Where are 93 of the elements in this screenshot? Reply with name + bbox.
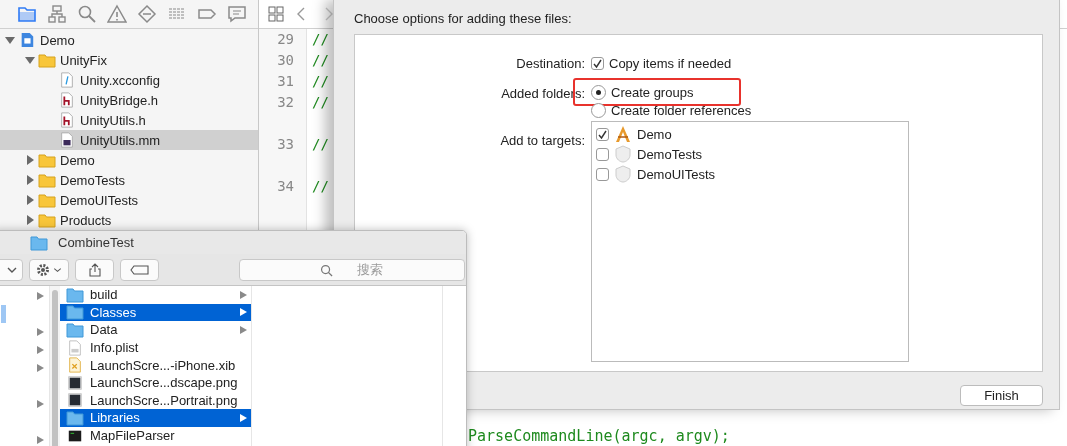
disclosure-arrow-icon <box>240 413 247 422</box>
checkbox[interactable] <box>596 147 609 161</box>
folder-icon <box>38 172 56 188</box>
source-file-icon <box>58 132 76 148</box>
code-comment: // <box>312 73 329 89</box>
file-item[interactable]: Classes <box>60 303 251 322</box>
image-file-icon <box>66 374 84 391</box>
share-icon <box>87 262 102 277</box>
folder-icon <box>38 192 56 208</box>
folder-icon[interactable] <box>17 4 37 24</box>
tree-item[interactable]: UnityUtils.mm <box>0 130 258 150</box>
disclosure-triangle-icon[interactable] <box>24 214 36 226</box>
line-number: 32 <box>276 94 295 110</box>
folder-icon <box>66 409 84 426</box>
window-title: CombineTest <box>58 235 134 250</box>
tree-item[interactable]: DemoTests <box>0 170 258 190</box>
radio-label[interactable]: Create groups <box>611 85 694 100</box>
checkbox[interactable] <box>596 167 609 181</box>
app-icon <box>614 125 632 143</box>
dialog-title: Choose options for adding these files: <box>354 11 573 26</box>
disclosure-arrow-icon <box>240 326 247 334</box>
tree-item[interactable]: UnityBridge.h <box>0 90 258 110</box>
code-comment: // <box>312 94 329 110</box>
share-button[interactable] <box>75 258 114 281</box>
chat-icon[interactable] <box>227 4 247 24</box>
disclosure-triangle-icon[interactable] <box>4 34 16 46</box>
code-comment: // <box>312 178 329 194</box>
folder-icon <box>38 152 56 168</box>
file-item[interactable]: LaunchScre...Portrait.png <box>60 391 251 410</box>
target-label[interactable]: DemoUITests <box>637 166 716 182</box>
line-number: 30 <box>276 52 295 68</box>
tree-item[interactable]: DemoUITests <box>0 190 258 210</box>
shield-icon <box>614 145 632 163</box>
warning-icon[interactable] <box>107 4 127 24</box>
search-icon <box>320 263 333 277</box>
checkbox[interactable] <box>591 56 604 70</box>
view-dropdown[interactable] <box>0 258 23 281</box>
line-number: 31 <box>276 73 295 89</box>
tree-item[interactable]: Demo <box>0 150 258 170</box>
gear-icon <box>36 262 50 277</box>
search-field[interactable]: 搜索 <box>239 258 465 281</box>
disclosure-triangle-icon[interactable] <box>24 194 36 206</box>
disclosure-triangle-icon[interactable] <box>24 154 36 166</box>
action-button[interactable] <box>29 258 69 281</box>
radio-button[interactable] <box>591 85 606 100</box>
scrollbar[interactable] <box>52 290 58 446</box>
line-number: 34 <box>276 178 295 194</box>
image-file-icon <box>66 392 84 409</box>
document-icon <box>66 357 84 374</box>
field-label: Add to targets: <box>499 132 585 148</box>
document-icon <box>66 339 84 356</box>
finish-button[interactable]: Finish <box>960 385 1043 406</box>
code-comment: // <box>312 52 329 68</box>
file-item[interactable]: LaunchScre...-iPhone.xib <box>60 356 251 374</box>
folder-icon <box>66 304 84 321</box>
target-label[interactable]: DemoTests <box>637 146 703 162</box>
file-item[interactable]: Info.plist <box>60 338 251 357</box>
checkbox[interactable] <box>596 127 609 141</box>
line-number: 29 <box>276 31 295 47</box>
hierarchy-icon[interactable] <box>47 4 67 24</box>
target-label[interactable]: Demo <box>637 126 672 142</box>
diamond-icon[interactable] <box>137 4 157 24</box>
tree-item[interactable]: Unity.xcconfig <box>0 70 258 90</box>
file-item[interactable]: Data <box>60 321 251 339</box>
tree-item[interactable]: Demo <box>0 30 258 50</box>
folder-icon <box>38 212 56 228</box>
search-icon[interactable] <box>77 4 97 24</box>
header-file-icon <box>58 92 76 108</box>
code-line: ParseCommandLine(argc, argv); <box>468 427 730 445</box>
tag-button[interactable] <box>120 258 159 281</box>
code-comment: // <box>312 31 329 47</box>
shield-icon <box>614 165 632 183</box>
file-item[interactable]: MapFileParser <box>60 426 251 445</box>
folder-icon <box>30 234 48 251</box>
checkbox-label[interactable]: Copy items if needed <box>609 55 732 71</box>
file-item[interactable]: Libraries <box>60 409 251 427</box>
tag-icon <box>129 262 150 277</box>
field-label: Destination: <box>515 55 585 71</box>
document-icon <box>58 72 76 88</box>
disclosure-triangle-icon[interactable] <box>24 54 36 66</box>
tree-item[interactable]: UnityFix <box>0 50 258 70</box>
tree-item[interactable]: Products <box>0 210 258 230</box>
line-number: 33 <box>276 136 295 152</box>
radio-label[interactable]: Create folder references <box>611 103 752 118</box>
folder-icon <box>38 52 56 68</box>
code-comment: // <box>312 136 329 152</box>
grid-icon[interactable] <box>268 6 284 22</box>
file-item[interactable]: build <box>60 286 251 304</box>
radio-button[interactable] <box>591 103 606 118</box>
file-item[interactable]: LaunchScre...dscape.png <box>60 373 251 392</box>
tree-item[interactable]: UnityUtils.h <box>0 110 258 130</box>
disclosure-triangle-icon[interactable] <box>24 174 36 186</box>
header-file-icon <box>58 112 76 128</box>
